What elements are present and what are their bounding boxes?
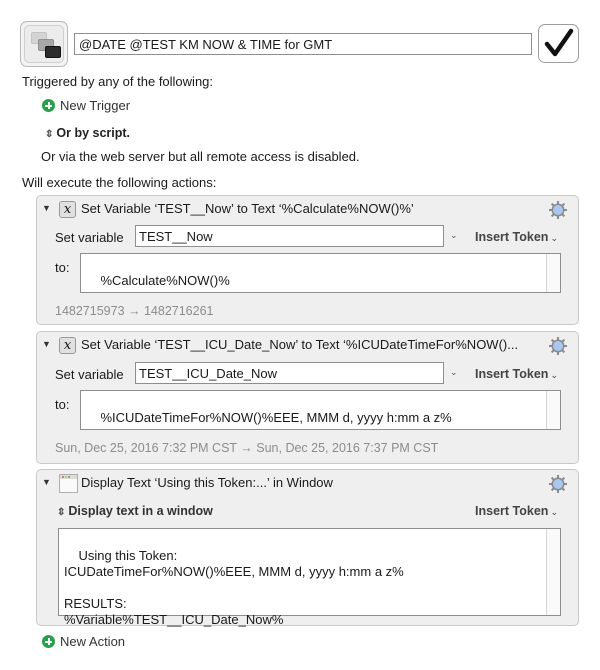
window-layer-dark bbox=[45, 46, 61, 58]
disclosure-triangle-icon[interactable]: ▼ bbox=[42, 339, 51, 349]
variable-x-icon: x bbox=[59, 201, 76, 218]
updown-chevron-icon: ⇕ bbox=[56, 507, 66, 518]
text-value-field[interactable]: %ICUDateTimeFor%NOW()%EEE, MMM d, yyyy h… bbox=[80, 390, 561, 430]
variable-dropdown-chevron-icon[interactable]: ⌄ bbox=[450, 367, 458, 378]
checkmark-icon bbox=[544, 28, 574, 57]
action-title: Set Variable ‘TEST__ICU_Date_Now’ to Tex… bbox=[81, 337, 519, 352]
action-header[interactable]: ▼ x Set Variable ‘TEST__Now’ to Text ‘%C… bbox=[37, 196, 578, 222]
disclosure-triangle-icon[interactable]: ▼ bbox=[42, 203, 51, 213]
gear-icon[interactable] bbox=[548, 200, 568, 220]
new-trigger-label: New Trigger bbox=[60, 98, 131, 113]
scrollbar[interactable] bbox=[546, 529, 560, 615]
actions-heading: Will execute the following actions: bbox=[22, 175, 217, 190]
window-icon bbox=[59, 474, 78, 493]
updown-chevron-icon: ⇕ bbox=[44, 129, 54, 140]
scrollbar[interactable] bbox=[546, 254, 560, 292]
plus-circle-icon bbox=[42, 635, 55, 648]
new-action-button[interactable]: New Action bbox=[42, 634, 125, 649]
action-result-preview: 1482715973 → 1482716261 bbox=[55, 304, 214, 318]
text-value: %Calculate%NOW()% bbox=[100, 273, 230, 288]
by-script-label: Or by script. bbox=[56, 126, 131, 140]
macro-enabled-checkbox[interactable] bbox=[538, 24, 579, 63]
variable-x-icon: x bbox=[59, 337, 76, 354]
web-server-note: Or via the web server but all remote acc… bbox=[41, 149, 360, 164]
action-title: Set Variable ‘TEST__Now’ to Text ‘%Calcu… bbox=[81, 201, 414, 216]
action-header[interactable]: ▼ Display Text ‘Using this Token:...’ in… bbox=[37, 470, 578, 496]
by-script-popup[interactable]: ⇕ Or by script. bbox=[45, 126, 130, 140]
to-label: to: bbox=[55, 260, 70, 275]
action-set-variable-icu-date-now[interactable]: ▼ x Set Variable ‘TEST__ICU_Date_Now’ to… bbox=[36, 331, 579, 464]
macro-windows-icon bbox=[24, 25, 64, 63]
action-result-preview: Sun, Dec 25, 2016 7:32 PM CST → Sun, Dec… bbox=[55, 441, 439, 455]
display-mode-popup[interactable]: ⇕ Display text in a window bbox=[57, 504, 213, 518]
display-mode-label: Display text in a window bbox=[68, 504, 213, 518]
action-header[interactable]: ▼ x Set Variable ‘TEST__ICU_Date_Now’ to… bbox=[37, 332, 578, 358]
chevron-down-icon: ⌄ bbox=[550, 507, 558, 517]
insert-token-label: Insert Token bbox=[475, 230, 549, 244]
gear-icon[interactable] bbox=[548, 336, 568, 356]
scrollbar[interactable] bbox=[546, 391, 560, 429]
macro-name-field[interactable]: @DATE @TEST KM NOW & TIME for GMT bbox=[74, 33, 532, 55]
macro-icon[interactable] bbox=[20, 21, 68, 67]
set-variable-label: Set variable bbox=[55, 230, 124, 245]
display-text-field[interactable]: Using this Token: ICUDateTimeFor%NOW()%E… bbox=[58, 528, 561, 627]
action-display-text-window[interactable]: ▼ Display Text ‘Using this Token:...’ in… bbox=[36, 469, 579, 627]
to-label: to: bbox=[55, 397, 70, 412]
insert-token-label: Insert Token bbox=[475, 504, 549, 518]
insert-token-button[interactable]: Insert Token ⌄ bbox=[475, 367, 558, 381]
chevron-down-icon: ⌄ bbox=[550, 233, 558, 243]
variable-dropdown-chevron-icon[interactable]: ⌄ bbox=[450, 230, 458, 241]
text-value-field[interactable]: %Calculate%NOW()% bbox=[80, 253, 561, 293]
variable-name-field[interactable]: TEST__Now bbox=[135, 225, 444, 247]
display-text-value: Using this Token: ICUDateTimeFor%NOW()%E… bbox=[64, 548, 404, 627]
text-value: %ICUDateTimeFor%NOW()%EEE, MMM d, yyyy h… bbox=[100, 410, 452, 425]
gear-icon[interactable] bbox=[548, 474, 568, 494]
action-title: Display Text ‘Using this Token:...’ in W… bbox=[81, 475, 333, 490]
disclosure-triangle-icon[interactable]: ▼ bbox=[42, 477, 51, 487]
insert-token-button[interactable]: Insert Token ⌄ bbox=[475, 504, 558, 518]
plus-circle-icon bbox=[42, 99, 55, 112]
variable-name-field[interactable]: TEST__ICU_Date_Now bbox=[135, 362, 444, 384]
new-action-label: New Action bbox=[60, 634, 126, 649]
insert-token-label: Insert Token bbox=[475, 367, 549, 381]
new-trigger-button[interactable]: New Trigger bbox=[42, 98, 130, 113]
insert-token-button[interactable]: Insert Token ⌄ bbox=[475, 230, 558, 244]
triggers-heading: Triggered by any of the following: bbox=[22, 74, 214, 89]
set-variable-label: Set variable bbox=[55, 367, 124, 382]
chevron-down-icon: ⌄ bbox=[550, 370, 558, 380]
action-set-variable-test-now[interactable]: ▼ x Set Variable ‘TEST__Now’ to Text ‘%C… bbox=[36, 195, 579, 325]
